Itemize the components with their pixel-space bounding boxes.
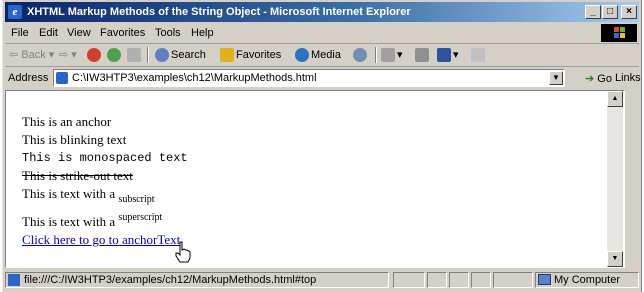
strike-out-text: This is strike-out text (22, 168, 133, 183)
page-content: This is an anchor This is blinking text … (5, 90, 625, 268)
address-dropdown-button[interactable]: ▼ (549, 71, 563, 85)
minimize-button[interactable]: _ (585, 5, 601, 19)
search-button[interactable]: Search (155, 48, 206, 62)
back-arrow-icon: ⇦ (9, 49, 19, 61)
history-icon (353, 48, 367, 62)
stop-icon (87, 48, 101, 62)
menu-tools[interactable]: Tools (155, 27, 181, 39)
home-button[interactable] (127, 48, 143, 62)
forward-button[interactable]: ⇨ ▾ (59, 48, 77, 61)
toolbar-separator (147, 47, 149, 63)
home-icon (127, 48, 141, 62)
address-url: C:\IW3HTP3\examples\ch12\MarkupMethods.h… (72, 72, 317, 84)
links-button[interactable]: Links » (615, 72, 644, 84)
windows-logo-icon (601, 24, 637, 42)
page-icon (56, 72, 68, 84)
edit-button[interactable]: ▾ (437, 48, 459, 63)
anchor-text: This is an anchor (22, 114, 112, 129)
scroll-up-button[interactable]: ▲ (607, 91, 623, 107)
print-button[interactable] (415, 48, 431, 62)
title-bar[interactable]: e XHTML Markup Methods of the String Obj… (5, 2, 639, 22)
address-label: Address (8, 72, 49, 84)
menu-favorites[interactable]: Favorites (100, 27, 145, 39)
media-button[interactable]: Media (295, 48, 341, 62)
security-zone: My Computer (535, 272, 639, 288)
media-icon (295, 48, 309, 62)
address-bar: Address C:\IW3HTP3\examples\ch12\MarkupM… (5, 67, 644, 89)
mail-button[interactable]: ▾ (381, 48, 403, 63)
status-message: file:///C:/IW3HTP3/examples/ch12/MarkupM… (5, 272, 389, 288)
status-panel (449, 272, 469, 288)
menu-view[interactable]: View (67, 27, 91, 39)
vertical-scrollbar[interactable]: ▲ ▼ (607, 91, 623, 267)
menu-edit[interactable]: Edit (39, 27, 58, 39)
maximize-button[interactable]: □ (602, 5, 618, 19)
discuss-icon (471, 48, 485, 62)
hand-cursor-icon (175, 241, 191, 263)
subscript-line: This is text with a subscript (22, 186, 155, 205)
scroll-down-button[interactable]: ▼ (607, 251, 623, 267)
favorites-icon (220, 48, 234, 62)
standard-toolbar: ⇦ Back ▾ ⇨ ▾ Search Favorites Media ▾ ▾ (5, 44, 639, 67)
status-panel (493, 272, 533, 288)
anchor-link[interactable]: Click here to go to anchorText (22, 232, 180, 247)
status-panel (393, 272, 425, 288)
discuss-button[interactable] (471, 48, 487, 62)
menu-bar: File Edit View Favorites Tools Help (5, 23, 639, 44)
address-input[interactable]: C:\IW3HTP3\examples\ch12\MarkupMethods.h… (53, 69, 565, 87)
subscript-text: subscript (118, 194, 155, 205)
refresh-icon (107, 48, 121, 62)
monospaced-text: This is monospaced text (22, 151, 188, 165)
mail-icon (381, 48, 395, 63)
toolbar-separator (375, 47, 377, 63)
ie-icon: e (8, 5, 22, 19)
status-bar: file:///C:/IW3HTP3/examples/ch12/MarkupM… (5, 270, 639, 290)
superscript-text: superscript (118, 212, 163, 223)
browser-window: e XHTML Markup Methods of the String Obj… (2, 0, 644, 292)
blinking-text: This is blinking text (22, 132, 127, 147)
stop-button[interactable] (87, 48, 103, 62)
page-icon (8, 274, 20, 286)
menu-help[interactable]: Help (191, 27, 214, 39)
close-button[interactable]: × (621, 5, 637, 19)
go-arrow-icon: ➔ (585, 73, 595, 85)
back-button[interactable]: ⇦ Back ▾ (9, 48, 54, 61)
print-icon (415, 48, 429, 62)
word-edit-icon (437, 48, 451, 63)
favorites-button[interactable]: Favorites (220, 48, 281, 62)
status-panel (471, 272, 491, 288)
status-panel (427, 272, 447, 288)
refresh-button[interactable] (107, 48, 123, 62)
computer-icon (538, 274, 551, 285)
superscript-line: This is text with a superscript (22, 212, 163, 229)
history-button[interactable] (353, 48, 369, 62)
go-button[interactable]: ➔ Go (585, 72, 612, 85)
search-icon (155, 48, 169, 62)
window-title: XHTML Markup Methods of the String Objec… (27, 6, 411, 18)
menu-file[interactable]: File (11, 27, 29, 39)
